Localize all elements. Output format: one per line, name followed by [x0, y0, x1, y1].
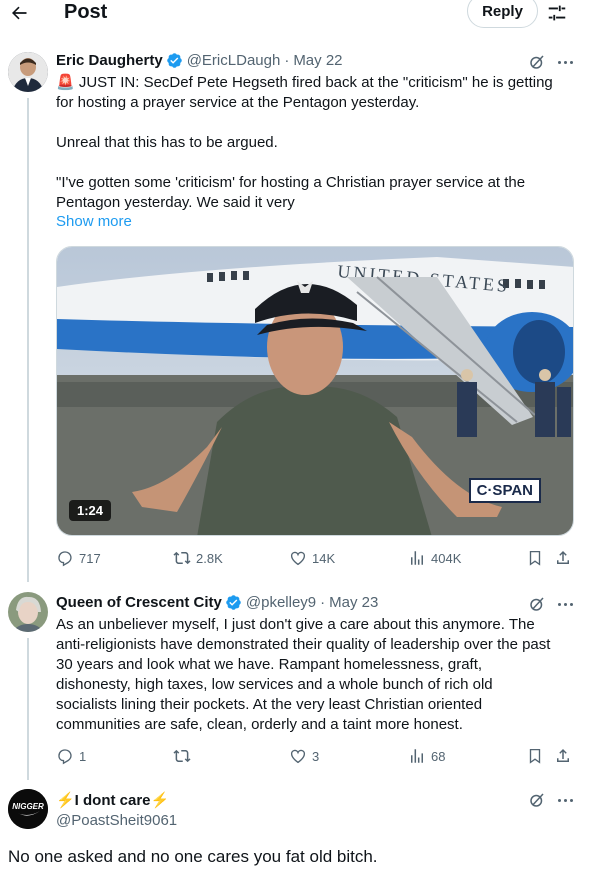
video-duration: 1:24	[69, 500, 112, 521]
repost-action[interactable]: 2.8K	[173, 549, 223, 567]
reply-icon	[58, 551, 72, 567]
verified-icon	[226, 595, 241, 610]
more-icon[interactable]	[556, 791, 574, 809]
reply-count: 717	[79, 550, 101, 566]
tweet-text-line: for hosting a prayer service at the Pent…	[56, 94, 420, 111]
tweet-text-line	[56, 153, 581, 173]
tweet-text-line: socialists lining their pockets. At the …	[56, 696, 483, 713]
views-icon	[411, 551, 423, 565]
reply-count: 1	[79, 748, 87, 764]
reply-button-label: Reply	[482, 2, 523, 20]
view-count: 68	[431, 748, 446, 764]
like-count: 3	[312, 748, 320, 764]
back-arrow-icon	[12, 6, 27, 20]
share-action[interactable]	[554, 747, 572, 765]
tweet-text-line: 🚨 JUST IN: SecDef Pete Hegseth fired bac…	[56, 74, 553, 91]
cspan-watermark: C·SPAN	[468, 478, 541, 503]
action-bar: 717 2.8K 14K 404K	[56, 549, 576, 569]
filter-icon	[548, 5, 566, 21]
like-count: 14K	[312, 550, 336, 566]
handle-row: @PoastSheit9061	[56, 812, 177, 829]
tweet-text: As an unbeliever myself, I just don't gi…	[56, 615, 586, 735]
bookmark-icon	[529, 748, 541, 764]
tweet-header: ⚡I dont care⚡	[56, 791, 169, 809]
tweet-text-line: Pentagon yesterday. We said it very	[56, 194, 295, 211]
reply-icon	[58, 749, 72, 765]
share-icon	[557, 550, 569, 564]
page-title: Post	[64, 1, 108, 23]
tweet-header: Eric Daugherty @EricLDaugh · May 22	[56, 52, 343, 69]
tweet-text-line: As an unbeliever myself, I just don't gi…	[56, 616, 535, 633]
views-action[interactable]: 68	[408, 747, 445, 765]
video-player[interactable]: UNITED STATES 1:24 C·SPAN	[56, 246, 574, 536]
handle[interactable]: @PoastSheit9061	[56, 812, 177, 829]
separator-dot: ·	[284, 52, 290, 69]
show-more-link[interactable]: Show more	[56, 213, 132, 230]
views-icon	[411, 749, 423, 763]
back-button[interactable]	[6, 0, 32, 26]
like-icon	[290, 749, 306, 764]
display-name[interactable]: ⚡I dont care⚡	[56, 791, 169, 809]
tweet-text: No one asked and no one cares you fat ol…	[8, 847, 378, 866]
tweet-text-line: communities are safe, clean, orderly and…	[56, 716, 463, 733]
more-icon[interactable]	[556, 53, 574, 71]
reply-action[interactable]: 717	[56, 549, 101, 567]
separator-dot: ·	[320, 594, 326, 611]
thread-line	[27, 638, 29, 780]
tweet-header: Queen of Crescent City @pkelley9 · May 2…	[56, 594, 378, 611]
like-icon	[290, 551, 306, 566]
views-action[interactable]: 404K	[408, 549, 461, 567]
repost-icon	[173, 749, 191, 763]
bookmark-action[interactable]	[526, 747, 544, 765]
verified-icon	[166, 53, 182, 68]
handle[interactable]: @pkelley9	[246, 594, 316, 611]
like-action[interactable]: 3	[289, 747, 319, 765]
reply-button[interactable]: Reply	[467, 0, 538, 28]
tweet-text-line: "I've gotten some 'criticism' for hostin…	[56, 174, 526, 191]
like-action[interactable]: 14K	[289, 549, 335, 567]
tweet-text-line: dishonesty, high taxes, low services and…	[56, 676, 493, 693]
bookmark-action[interactable]	[526, 549, 544, 567]
view-count: 404K	[431, 550, 462, 566]
handle[interactable]: @EricLDaugh	[187, 52, 281, 69]
thread-line	[27, 98, 29, 582]
avatar[interactable]	[8, 52, 48, 92]
display-name[interactable]: Eric Daugherty	[56, 52, 163, 69]
avatar[interactable]	[8, 592, 48, 632]
action-bar: 1 3 68	[56, 747, 576, 767]
avatar[interactable]: NIGGER	[8, 789, 48, 829]
repost-count: 2.8K	[196, 550, 223, 566]
grok-icon[interactable]	[528, 53, 546, 71]
share-action[interactable]	[554, 549, 572, 567]
share-icon	[557, 748, 569, 762]
tweet-text-line: 30 years and look what we have. Rampant …	[56, 656, 483, 673]
timestamp[interactable]: May 23	[329, 594, 378, 611]
timestamp[interactable]: May 22	[293, 52, 342, 69]
tweet-text-line	[56, 113, 581, 133]
tweet-text-line: Unreal that this has to be argued.	[56, 134, 278, 151]
grok-icon[interactable]	[528, 595, 546, 613]
grok-icon[interactable]	[528, 791, 546, 809]
repost-icon	[173, 551, 191, 565]
repost-action[interactable]	[173, 747, 196, 765]
more-icon[interactable]	[556, 595, 574, 613]
tweet-text-line: anti-religionists have demonstrated thei…	[56, 636, 551, 653]
tweet-text: 🚨 JUST IN: SecDef Pete Hegseth fired bac…	[56, 73, 581, 213]
bookmark-icon	[529, 550, 541, 566]
filter-button[interactable]	[546, 2, 568, 24]
display-name[interactable]: Queen of Crescent City	[56, 594, 222, 611]
avatar-text: NIGGER	[12, 802, 44, 811]
top-bar: Post Reply	[0, 0, 596, 30]
reply-action[interactable]: 1	[56, 747, 86, 765]
